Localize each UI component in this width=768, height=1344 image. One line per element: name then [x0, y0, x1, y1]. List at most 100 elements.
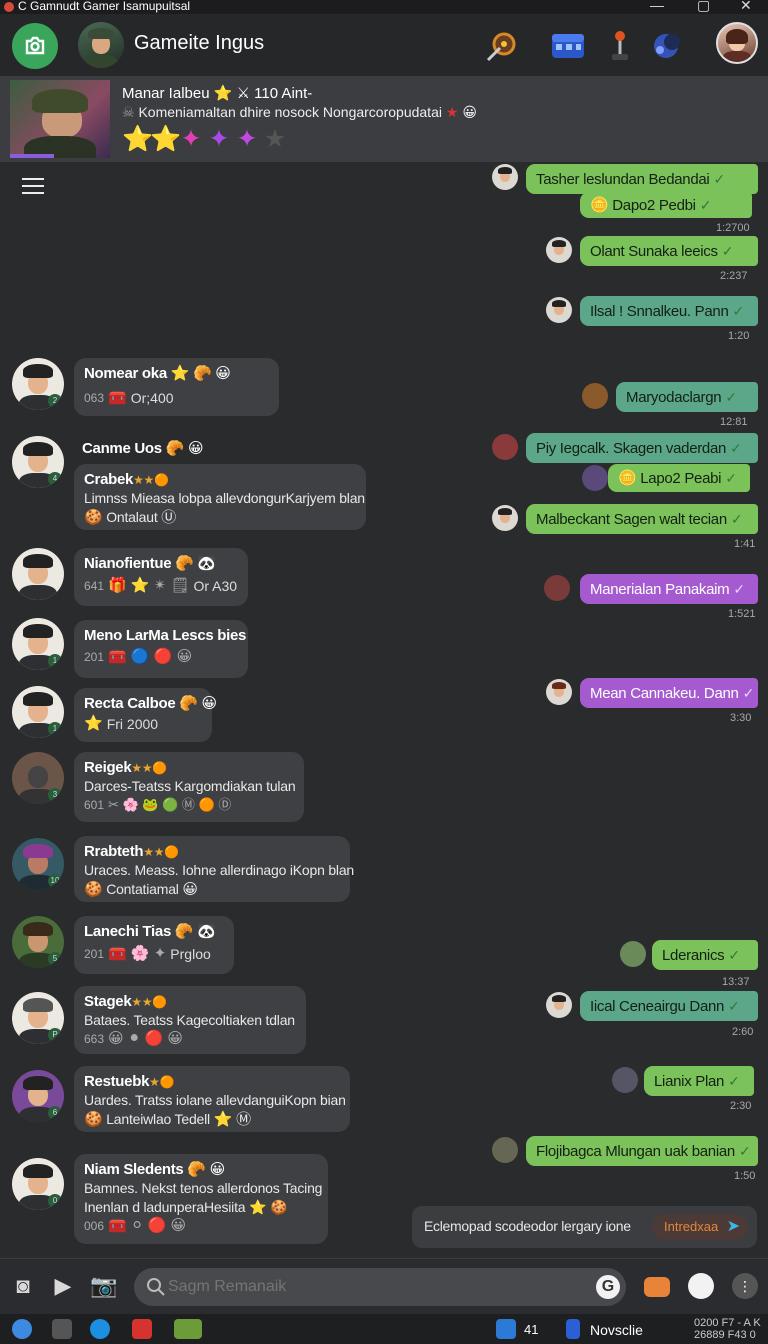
- message-bubble[interactable]: 🪙 Dapo2 Pedbi ✓: [580, 192, 752, 218]
- message-text-line2: Ontalaut: [106, 509, 158, 525]
- minimize-icon[interactable]: —: [650, 0, 664, 12]
- read-check-icon: ✓: [713, 171, 725, 187]
- avatar[interactable]: [492, 164, 518, 190]
- avatar[interactable]: [612, 1067, 638, 1093]
- message-bubble[interactable]: Nomear oka ⭐ 🥐 😀 063 🧰 Or;400: [74, 358, 279, 416]
- message-bubble[interactable]: Tasher leslundan Bedandai ✓: [526, 164, 758, 194]
- item-icons: 🧰 ⚪ 🔴 😀: [108, 1217, 187, 1234]
- avatar[interactable]: [492, 434, 518, 460]
- timestamp: 2:30: [730, 1100, 752, 1112]
- browser-icon[interactable]: [12, 1319, 32, 1339]
- featured-thumbnail[interactable]: [10, 80, 110, 158]
- message-bubble[interactable]: Malbeckant Sagen walt tecian ✓: [526, 504, 758, 534]
- meta-code: 601: [84, 798, 105, 812]
- shield-icon[interactable]: [132, 1319, 152, 1339]
- store-icon[interactable]: [496, 1319, 516, 1339]
- avatar[interactable]: [492, 505, 518, 531]
- meta-code: 063: [84, 391, 105, 405]
- avatar[interactable]: [546, 297, 572, 323]
- play-icon[interactable]: ▶: [50, 1273, 76, 1299]
- message-bubble[interactable]: Stagek★★🟠 Bataes. Teatss Kagecoltiaken t…: [74, 986, 306, 1054]
- clock-line-1: 0200 F7 - A K: [694, 1317, 761, 1329]
- suggestion-bar[interactable]: Eclemopad scodeodor lergary ione Intredx…: [412, 1206, 757, 1248]
- suggestion-text: Eclemopad scodeodor lergary ione: [424, 1218, 631, 1234]
- avatar[interactable]: 10: [12, 838, 64, 890]
- message-bubble[interactable]: Recta Calboe 🥐 😀 ⭐ Fri 2000: [74, 688, 217, 742]
- avatar[interactable]: 1: [12, 686, 64, 738]
- user-avatar[interactable]: [78, 22, 124, 68]
- bookmark-icon[interactable]: [566, 1319, 580, 1339]
- quest-icon[interactable]: [482, 26, 522, 66]
- message-bubble[interactable]: Niam Sledents 🥐 😀 Bamnes. Nekst tenos al…: [74, 1154, 328, 1244]
- message-bubble[interactable]: Nianofientue 🥐 🐼 641 🎁 ⭐ ✴ 🗒 Or A30: [74, 548, 248, 606]
- avatar[interactable]: 1: [12, 618, 64, 670]
- item-icons: 🧰 🌸 ✦: [108, 945, 167, 962]
- avatar[interactable]: [12, 548, 64, 600]
- avatar[interactable]: [546, 679, 572, 705]
- home-button[interactable]: [12, 23, 58, 69]
- message-input[interactable]: [168, 1274, 568, 1300]
- emoji-icon[interactable]: [688, 1273, 714, 1299]
- controller-icon[interactable]: [646, 26, 686, 66]
- treasure-chest-icon[interactable]: [548, 26, 588, 66]
- message-input-field[interactable]: G: [134, 1268, 626, 1306]
- featured-post[interactable]: Manar Ialbeu ⭐ ⚔ 110 Aint- ☠ Komeniamalt…: [0, 76, 768, 162]
- camera-icon[interactable]: ◙: [10, 1273, 36, 1299]
- close-icon[interactable]: ✕: [740, 0, 752, 12]
- maximize-icon[interactable]: ▢: [697, 0, 710, 12]
- message-bubble[interactable]: Flojibagca Mlungan uak banian ✓: [526, 1136, 758, 1166]
- message-bubble[interactable]: Iical Ceneairgu Dann ✓: [580, 991, 758, 1021]
- message-bubble[interactable]: Piy Iegcalk. Skagen vaderdan ✓: [526, 433, 758, 463]
- avatar[interactable]: [544, 575, 570, 601]
- sender-name: Meno LarMa Lescs bies: [84, 627, 247, 644]
- message-text: Limnss Mieasa lobpa allevdongurKarjyem b…: [84, 490, 365, 506]
- chat-app-icon[interactable]: [90, 1319, 110, 1339]
- message-bubble[interactable]: Olant Sunaka leeics ✓: [580, 236, 758, 266]
- avatar[interactable]: 6: [12, 1070, 64, 1122]
- avatar[interactable]: [546, 237, 572, 263]
- avatar[interactable]: 5: [12, 916, 64, 968]
- message-bubble[interactable]: 🪙 Lapo2 Peabi ✓: [608, 464, 750, 492]
- item-icon[interactable]: [582, 383, 608, 409]
- avatar[interactable]: 4: [12, 436, 64, 488]
- photo-icon[interactable]: 📷: [90, 1273, 117, 1299]
- message-bubble[interactable]: Mean Cannakeu. Dann ✓: [580, 678, 758, 708]
- message-text: Bamnes. Nekst tenos allerdonos Tacing: [84, 1180, 323, 1196]
- gamepad-icon[interactable]: [644, 1277, 670, 1297]
- google-icon[interactable]: G: [596, 1275, 620, 1299]
- message-bubble[interactable]: Lderanics ✓: [652, 940, 758, 970]
- suggestion-action-button[interactable]: Intredxaa ➤: [652, 1214, 748, 1240]
- avatar[interactable]: P: [12, 992, 64, 1044]
- message-bubble[interactable]: Reigek★★🟠 Darces-Teatss Kargomdiakan tul…: [74, 752, 304, 822]
- message-bubble[interactable]: Restuebk★🟠 Uardes. Tratss iolane allevda…: [74, 1066, 350, 1132]
- avatar[interactable]: 2: [12, 358, 64, 410]
- menu-icon[interactable]: [22, 178, 44, 196]
- more-options-icon[interactable]: ⋮: [732, 1273, 758, 1299]
- message-bubble[interactable]: Manerialan Panakaim ✓: [580, 574, 758, 604]
- avatar[interactable]: [620, 941, 646, 967]
- smiley-icon: 😀: [182, 881, 198, 898]
- feather-icon[interactable]: [52, 1319, 72, 1339]
- avatar[interactable]: 0: [12, 1158, 64, 1210]
- read-check-icon: ✓: [699, 197, 712, 213]
- message-bubble[interactable]: Maryodaclargn ✓: [616, 382, 758, 412]
- meta-text: Or;400: [130, 390, 174, 406]
- profile-avatar[interactable]: [716, 22, 758, 64]
- message-bubble[interactable]: Ilsal ! Snnalkeu. Pann ✓: [580, 296, 758, 326]
- window-title-bar: C Gamnudt Gamer Isamupuitsal — ▢ ✕: [0, 0, 768, 14]
- message-bubble[interactable]: Lanechi Tias 🥐 🐼 201 🧰 🌸 ✦ Prgloo: [74, 916, 234, 974]
- message-bubble[interactable]: Crabek★★🟠 Limnss Mieasa lobpa allevdongu…: [74, 464, 366, 530]
- rating-icons: ★★🟠: [143, 845, 179, 859]
- avatar[interactable]: [492, 1137, 518, 1163]
- avatar[interactable]: [546, 992, 572, 1018]
- star-icon: ★: [263, 125, 287, 153]
- message-bubble[interactable]: Lianix Plan ✓: [644, 1066, 754, 1096]
- message-bubble[interactable]: Meno LarMa Lescs bies 201 🧰 🔵 🔴 😀: [74, 620, 248, 678]
- avatar[interactable]: 3: [12, 752, 64, 804]
- avatar[interactable]: [582, 465, 608, 491]
- game-icon[interactable]: [174, 1319, 202, 1339]
- message-bubble[interactable]: Rrabteth★★🟠 Uraces. Meass. Iohne allerdi…: [74, 836, 354, 902]
- joystick-icon[interactable]: [600, 26, 640, 66]
- timestamp: 1:20: [728, 330, 750, 342]
- coin-icon: 🪙: [618, 470, 637, 487]
